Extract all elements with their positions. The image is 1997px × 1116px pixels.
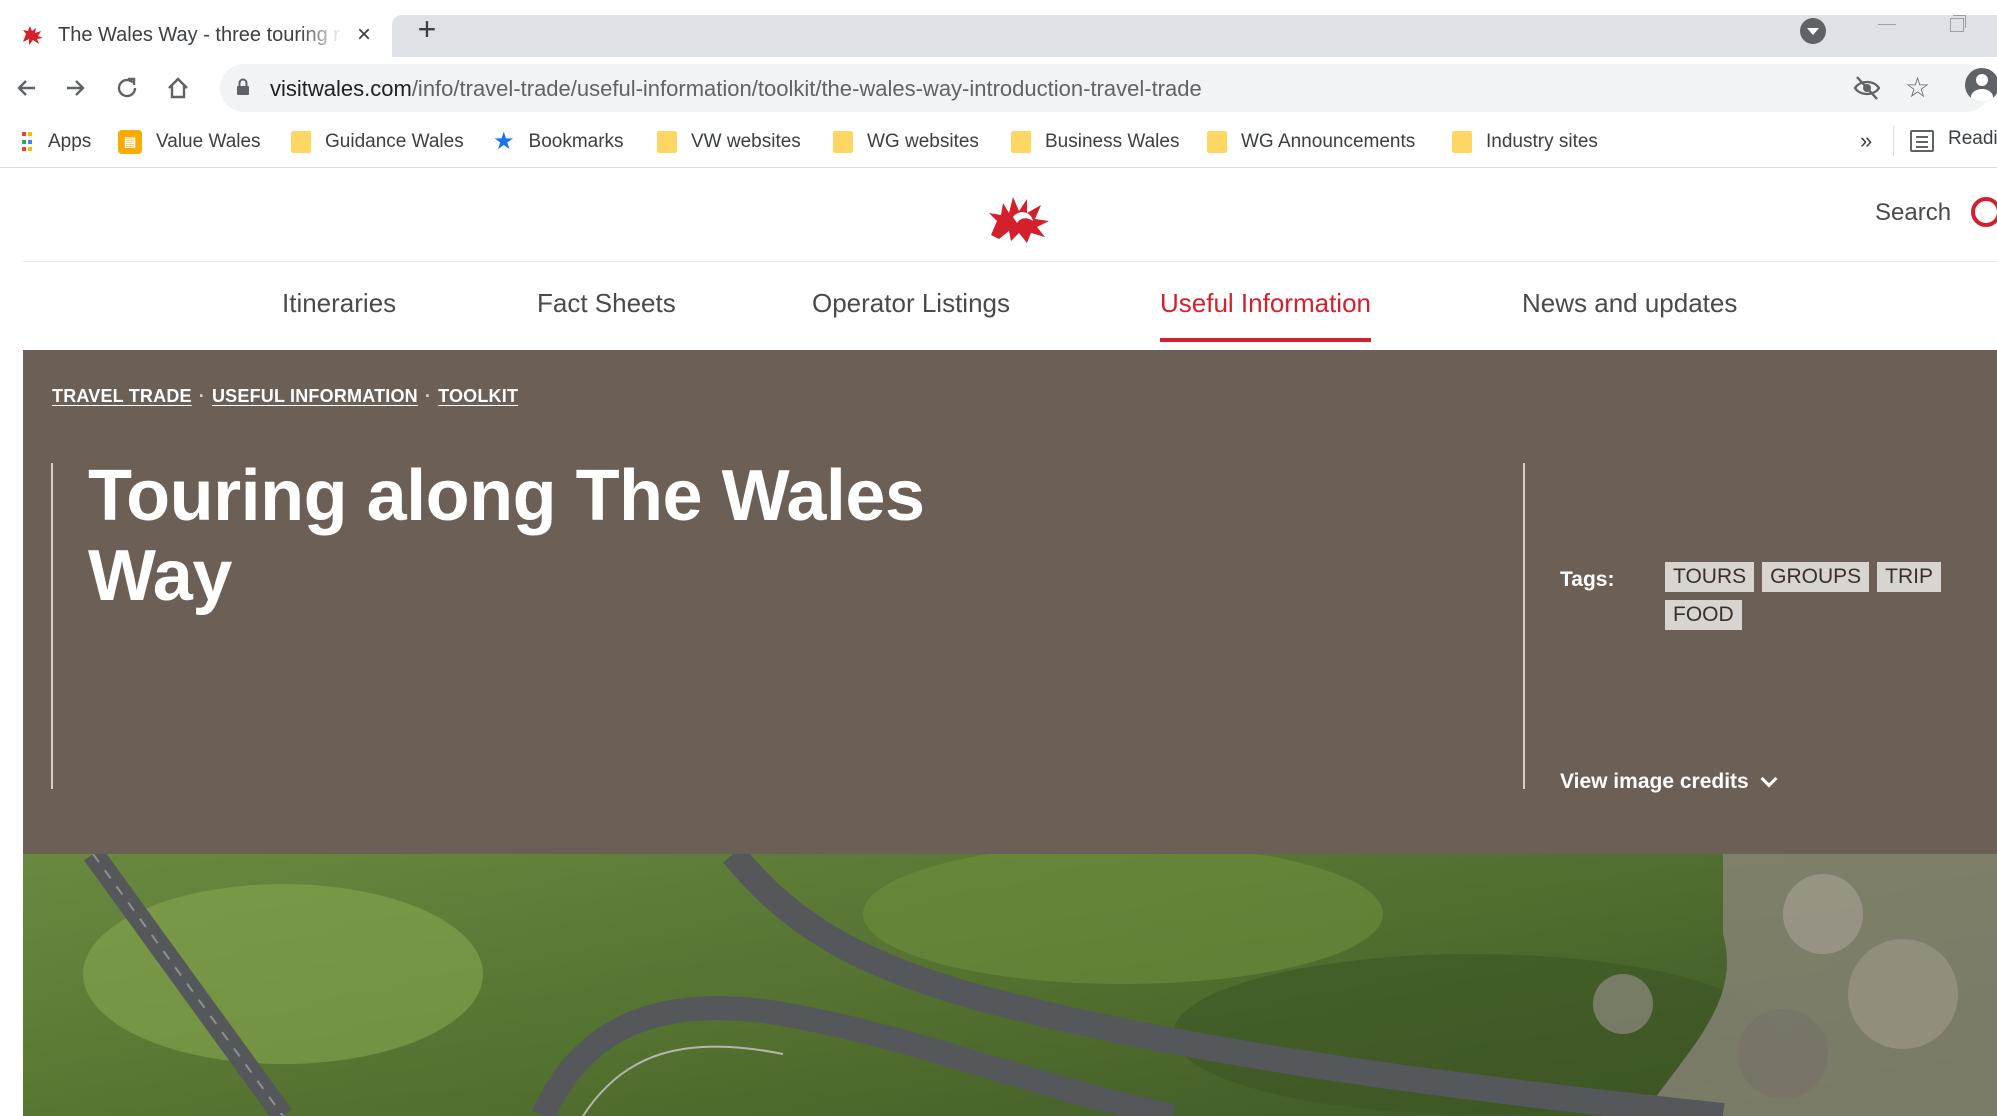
bookmark-bookmarks[interactable]: ★ Bookmarks bbox=[493, 128, 624, 156]
eye-slash-icon[interactable] bbox=[1852, 74, 1882, 102]
hero-banner: TRAVEL TRADE · USEFUL INFORMATION · TOOL… bbox=[23, 350, 1997, 854]
bookmark-label: Bookmarks bbox=[528, 131, 624, 152]
nav-itineraries[interactable]: Itineraries bbox=[282, 288, 396, 319]
lock-icon[interactable] bbox=[236, 78, 250, 96]
tab-close-icon[interactable]: × bbox=[351, 22, 377, 48]
page-title: Touring along The Wales Way bbox=[88, 456, 925, 616]
breadcrumb-separator: · bbox=[424, 386, 432, 406]
browser-toolbar: visitwales.com/info/travel-trade/useful-… bbox=[0, 60, 1997, 116]
winding-road-landscape-image bbox=[23, 854, 1997, 1116]
reload-icon bbox=[117, 77, 137, 98]
dragon-favicon-icon bbox=[23, 26, 43, 45]
url-path: /info/travel-trade/useful-information/to… bbox=[411, 76, 1202, 101]
nav-operator-listings[interactable]: Operator Listings bbox=[812, 288, 1010, 319]
search-link[interactable]: Search bbox=[1875, 199, 1951, 227]
search-icon[interactable] bbox=[1971, 197, 1997, 227]
nav-fact-sheets[interactable]: Fact Sheets bbox=[537, 288, 676, 319]
bookmark-value-wales[interactable]: ▤ Value Wales bbox=[118, 128, 261, 156]
tag-trip[interactable]: TRIP bbox=[1877, 562, 1941, 592]
breadcrumb-toolkit[interactable]: TOOLKIT bbox=[438, 386, 518, 407]
folder-icon bbox=[1011, 131, 1031, 153]
forward-arrow-icon bbox=[67, 80, 85, 96]
bookmark-label: WG Announcements bbox=[1241, 131, 1416, 152]
bookmark-guidance-wales[interactable]: Guidance Wales bbox=[291, 128, 464, 156]
bookmark-apps[interactable]: Apps bbox=[22, 128, 91, 156]
web-page: Search Itineraries Fact Sheets Operator … bbox=[23, 169, 1997, 1116]
address-bar[interactable]: visitwales.com/info/travel-trade/useful-… bbox=[220, 64, 1990, 112]
folder-icon bbox=[1207, 131, 1227, 153]
restore-window-icon[interactable] bbox=[1950, 15, 1966, 32]
bookmark-business-wales[interactable]: Business Wales bbox=[1011, 128, 1179, 156]
breadcrumb-useful-information[interactable]: USEFUL INFORMATION bbox=[212, 386, 418, 407]
tag-groups[interactable]: GROUPS bbox=[1762, 562, 1870, 592]
bookmark-star-icon[interactable]: ☆ bbox=[1905, 73, 1930, 103]
bookmark-label: Business Wales bbox=[1045, 131, 1180, 152]
back-arrow-icon bbox=[17, 80, 35, 96]
folder-icon bbox=[657, 131, 677, 153]
bookmarks-overflow-button[interactable]: » bbox=[1860, 128, 1872, 154]
title-divider bbox=[51, 463, 53, 789]
tab-strip-background bbox=[392, 15, 1997, 57]
browser-tab[interactable]: The Wales Way - three touring routes × bbox=[10, 10, 390, 60]
reading-list-label[interactable]: Readi bbox=[1948, 128, 1997, 150]
breadcrumb: TRAVEL TRADE · USEFUL INFORMATION · TOOL… bbox=[52, 386, 518, 407]
bookmark-vw-websites[interactable]: VW websites bbox=[657, 128, 801, 156]
back-button[interactable] bbox=[6, 68, 46, 108]
tags-label: Tags: bbox=[1560, 568, 1615, 591]
nav-useful-information[interactable]: Useful Information bbox=[1160, 288, 1371, 342]
forward-button[interactable] bbox=[56, 68, 96, 108]
breadcrumb-separator: · bbox=[198, 386, 205, 406]
profile-avatar-icon[interactable] bbox=[1965, 68, 1997, 102]
tag-tours[interactable]: TOURS bbox=[1665, 562, 1755, 592]
bookmark-label: WG websites bbox=[867, 131, 979, 152]
tab-search-dropdown-icon[interactable] bbox=[1800, 18, 1826, 44]
home-button[interactable] bbox=[158, 68, 198, 108]
url-text[interactable]: visitwales.com/info/travel-trade/useful-… bbox=[270, 76, 1202, 102]
folder-icon bbox=[833, 131, 853, 153]
tag-food[interactable]: FOOD bbox=[1665, 600, 1742, 630]
tab-title: The Wales Way - three touring routes bbox=[58, 23, 343, 46]
bookmark-label: VW websites bbox=[691, 131, 801, 152]
home-icon bbox=[168, 77, 188, 99]
folder-icon bbox=[1452, 131, 1472, 153]
bookmark-industry-sites[interactable]: Industry sites bbox=[1452, 128, 1598, 156]
reload-button[interactable] bbox=[107, 68, 147, 108]
star-icon: ★ bbox=[493, 128, 515, 155]
nav-news-and-updates[interactable]: News and updates bbox=[1522, 288, 1737, 319]
url-host: visitwales.com bbox=[270, 76, 412, 101]
bookmark-label: Apps bbox=[48, 131, 92, 152]
minimize-window-icon[interactable] bbox=[1876, 14, 1900, 34]
main-navigation: Itineraries Fact Sheets Operator Listing… bbox=[23, 262, 1997, 350]
bookmark-wg-websites[interactable]: WG websites bbox=[833, 128, 979, 156]
bookmark-wg-announcements[interactable]: WG Announcements bbox=[1207, 128, 1415, 156]
bookmark-label: Industry sites bbox=[1486, 131, 1598, 152]
new-tab-button[interactable]: + bbox=[410, 13, 444, 47]
folder-icon bbox=[291, 131, 311, 153]
image-credits-label: View image credits bbox=[1560, 770, 1749, 793]
tag-list: TOURS GROUPS TRIP FOOD bbox=[1665, 562, 1965, 630]
sidebar-divider bbox=[1523, 463, 1525, 789]
bookmark-label: Value Wales bbox=[156, 131, 261, 152]
value-wales-icon: ▤ bbox=[118, 130, 142, 154]
chevron-down-icon bbox=[1760, 770, 1778, 788]
breadcrumb-travel-trade[interactable]: TRAVEL TRADE bbox=[52, 386, 192, 407]
tab-strip: The Wales Way - three touring routes × + bbox=[0, 0, 1997, 60]
hero-landscape-image bbox=[23, 854, 1997, 1116]
welsh-dragon-logo-icon[interactable] bbox=[983, 191, 1053, 245]
bookmarks-divider bbox=[1893, 126, 1894, 156]
apps-grid-icon bbox=[22, 132, 34, 152]
site-header: Search bbox=[23, 169, 1997, 262]
reading-list-icon[interactable] bbox=[1910, 130, 1934, 152]
bookmark-label: Guidance Wales bbox=[325, 131, 464, 152]
view-image-credits-button[interactable]: View image credits bbox=[1560, 770, 1778, 794]
bookmarks-bar: Apps ▤ Value Wales Guidance Wales ★ Book… bbox=[0, 116, 1997, 168]
